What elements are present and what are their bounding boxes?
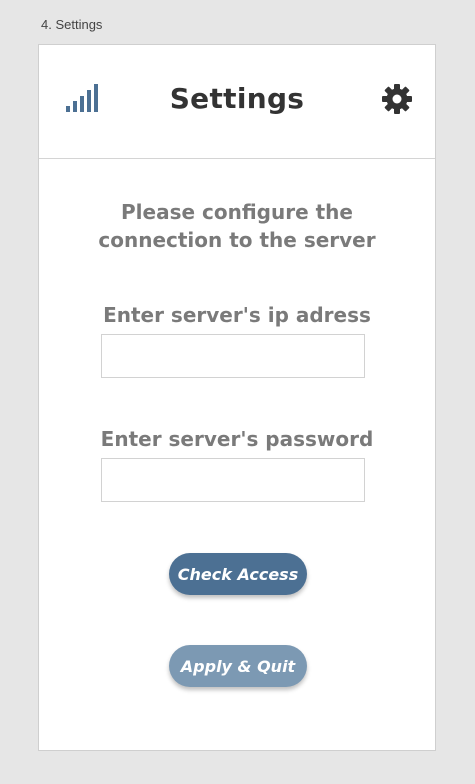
gear-icon[interactable] [381, 83, 413, 115]
ip-address-input[interactable] [101, 334, 365, 378]
page-title: Settings [169, 82, 305, 115]
artboard-label: 4. Settings [41, 17, 103, 32]
check-access-button[interactable]: Check Access [169, 553, 307, 595]
intro-text: Please configure the connection to the s… [98, 200, 376, 252]
settings-screen: Settings Please configure the connection… [38, 44, 436, 751]
apply-quit-button[interactable]: Apply & Quit [169, 645, 307, 687]
ip-address-label: Enter server's ip adress [103, 303, 371, 327]
password-input[interactable] [101, 458, 365, 502]
password-label: Enter server's password [100, 427, 374, 451]
header-bar: Settings [39, 45, 435, 159]
